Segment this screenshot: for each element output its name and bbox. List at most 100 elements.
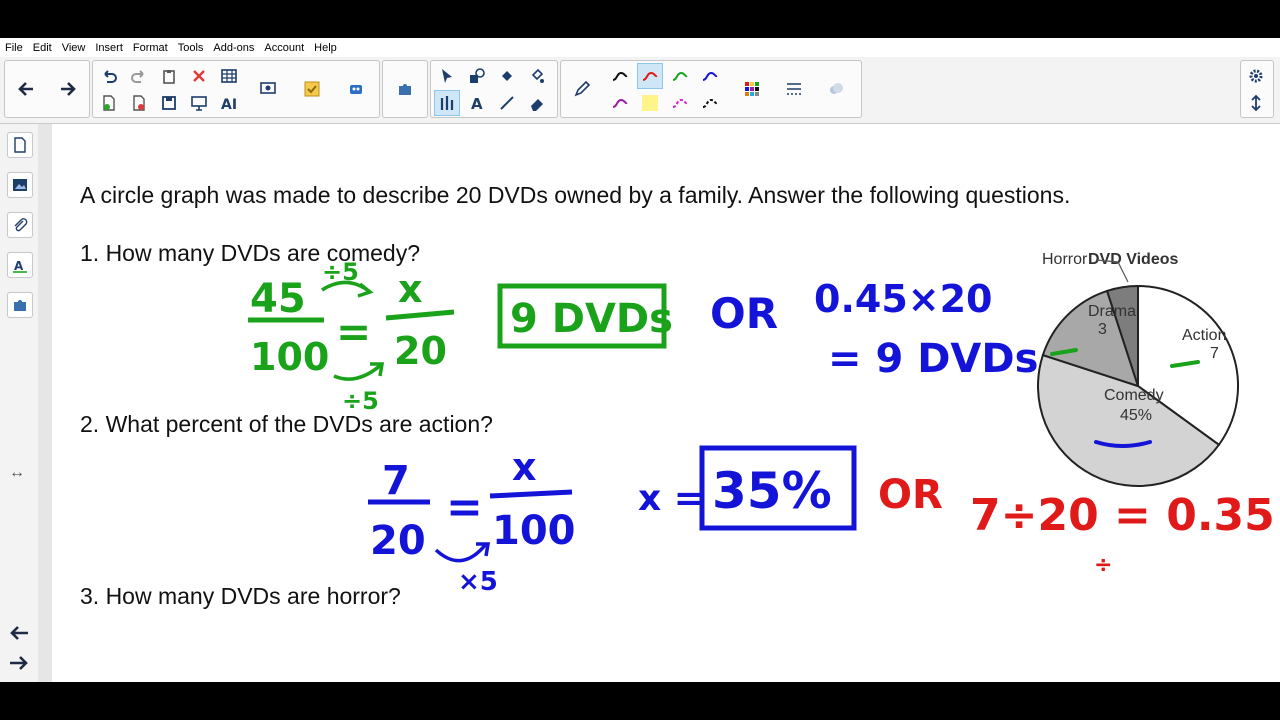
menu-account[interactable]: Account xyxy=(259,42,309,54)
q1-alt-line1: 0.45×20 xyxy=(814,277,992,321)
pencil-icon[interactable] xyxy=(569,76,595,102)
pie-label-action: Action xyxy=(1182,327,1226,344)
pie-chart: DVD Videos Action7 Comedy 45% Drama3 Horror xyxy=(1037,251,1239,487)
collapse-handle-icon[interactable]: ↔ xyxy=(9,464,25,482)
paste-icon[interactable] xyxy=(156,63,182,89)
settings-group xyxy=(1240,60,1274,118)
q2-numerator-1: 7 xyxy=(382,458,410,504)
text-a-icon[interactable]: A xyxy=(464,90,490,116)
activity-icon[interactable] xyxy=(299,76,325,102)
pie-slices xyxy=(1037,284,1239,487)
back-arrow-icon[interactable] xyxy=(13,76,39,102)
eraser-icon[interactable] xyxy=(524,90,550,116)
pen-purple-icon[interactable] xyxy=(607,90,633,116)
undo-icon[interactable] xyxy=(96,63,122,89)
monster-icon[interactable] xyxy=(343,76,369,102)
menu-file[interactable]: File xyxy=(0,42,28,54)
forward-arrow-icon[interactable] xyxy=(55,76,81,102)
prev-page-icon[interactable] xyxy=(8,624,30,647)
page-icon[interactable] xyxy=(7,132,33,158)
screen-icon[interactable] xyxy=(186,90,212,116)
gear-icon[interactable] xyxy=(1243,63,1269,89)
q2-equals: = xyxy=(446,482,483,533)
table-icon[interactable] xyxy=(216,63,242,89)
q1-numerator-1: 45 xyxy=(250,276,306,322)
pen-black-icon[interactable] xyxy=(607,63,633,89)
chart-title: DVD Videos xyxy=(1088,251,1179,268)
select-group: A xyxy=(430,60,558,118)
shapes-icon[interactable] xyxy=(464,63,490,89)
addons-group xyxy=(382,60,428,118)
fill-icon[interactable] xyxy=(494,63,520,89)
menu-format[interactable]: Format xyxy=(128,42,173,54)
cloud-icon[interactable] xyxy=(823,76,849,102)
vertical-scrollbar[interactable] xyxy=(38,124,52,682)
pen-dashed-black-icon[interactable] xyxy=(697,90,723,116)
q1-divide-bottom: ÷5 xyxy=(342,387,379,415)
pen-blue-icon[interactable] xyxy=(697,63,723,89)
pen-tool-icon[interactable] xyxy=(434,90,460,116)
menu-help[interactable]: Help xyxy=(309,42,342,54)
color-palette-icon[interactable] xyxy=(739,76,765,102)
image-icon[interactable] xyxy=(7,172,33,198)
whiteboard-canvas[interactable]: A circle graph was made to describe 20 D… xyxy=(52,124,1280,682)
q2-multiply: ×5 xyxy=(458,567,498,597)
svg-text:AI: AI xyxy=(221,97,237,112)
q2-numerator-2: x xyxy=(512,445,537,489)
menu-bar: File Edit View Insert Format Tools Add-o… xyxy=(0,38,1280,57)
q2-or: OR xyxy=(878,472,943,518)
highlighter-yellow-icon[interactable] xyxy=(637,90,663,116)
menu-insert[interactable]: Insert xyxy=(90,42,128,54)
text-tool-icon[interactable]: AI xyxy=(216,90,242,116)
nav-group xyxy=(4,60,90,118)
q2-denominator-2: 100 xyxy=(492,508,576,554)
q2-divide-mark: ÷ xyxy=(1094,553,1112,578)
app-window: File Edit View Insert Format Tools Add-o… xyxy=(0,38,1280,682)
save-icon[interactable] xyxy=(156,90,182,116)
pie-label-comedy: Comedy xyxy=(1104,387,1164,404)
select-arrow-icon[interactable] xyxy=(434,63,460,89)
pen-green-icon[interactable] xyxy=(667,63,693,89)
paint-bucket-icon[interactable] xyxy=(524,63,550,89)
addons-puzzle-icon[interactable] xyxy=(7,292,33,318)
q1-numerator-2: x xyxy=(398,267,423,311)
delete-page-icon[interactable] xyxy=(126,90,152,116)
svg-text:A: A xyxy=(471,95,483,112)
pie-value-comedy: 45% xyxy=(1120,407,1152,424)
q1-equals: = xyxy=(336,307,371,356)
pie-label-horror: Horror xyxy=(1042,251,1088,268)
pen-magenta-icon[interactable] xyxy=(667,90,693,116)
menu-edit[interactable]: Edit xyxy=(28,42,57,54)
redo-icon[interactable] xyxy=(126,63,152,89)
q2-denominator-1: 20 xyxy=(370,518,426,564)
pen-red-icon[interactable] xyxy=(637,63,663,89)
resize-vertical-icon[interactable] xyxy=(1243,90,1269,116)
q1-blue-work: OR 0.45×20 = 9 DVDs xyxy=(710,277,1038,382)
q2-blue-work: 7 20 = x 100 ×5 x = 35% xyxy=(368,445,857,597)
text-layers-icon[interactable]: A xyxy=(7,252,33,278)
pen-group xyxy=(560,60,862,118)
q2-x-equals: x = xyxy=(638,478,704,519)
edit-group: AI xyxy=(92,60,380,118)
pie-value-action: 7 xyxy=(1210,345,1219,362)
puzzle-icon[interactable] xyxy=(392,76,418,102)
menu-tools[interactable]: Tools xyxy=(173,42,209,54)
line-style-icon[interactable] xyxy=(781,76,807,102)
delete-icon[interactable] xyxy=(186,63,212,89)
pie-label-drama: Drama xyxy=(1088,303,1136,320)
sidebar: A ↔ xyxy=(0,124,39,682)
q1-denominator-2: 20 xyxy=(394,329,447,373)
add-page-icon[interactable] xyxy=(96,90,122,116)
pie-value-drama: 3 xyxy=(1098,321,1107,338)
line-tool-icon[interactable] xyxy=(494,90,520,116)
q1-denominator-1: 100 xyxy=(250,335,329,379)
menu-view[interactable]: View xyxy=(57,42,91,54)
q1-green-work: 45 100 = x 20 ÷5 ÷5 9 DVDs xyxy=(248,258,673,415)
svg-text:A: A xyxy=(14,259,24,273)
toolbar: AI A xyxy=(0,57,1280,124)
q1-alt-line2: = 9 DVDs xyxy=(828,336,1038,382)
menu-addons[interactable]: Add-ons xyxy=(208,42,259,54)
attachment-icon[interactable] xyxy=(7,212,33,238)
next-page-icon[interactable] xyxy=(8,654,30,677)
capture-icon[interactable] xyxy=(255,76,281,102)
